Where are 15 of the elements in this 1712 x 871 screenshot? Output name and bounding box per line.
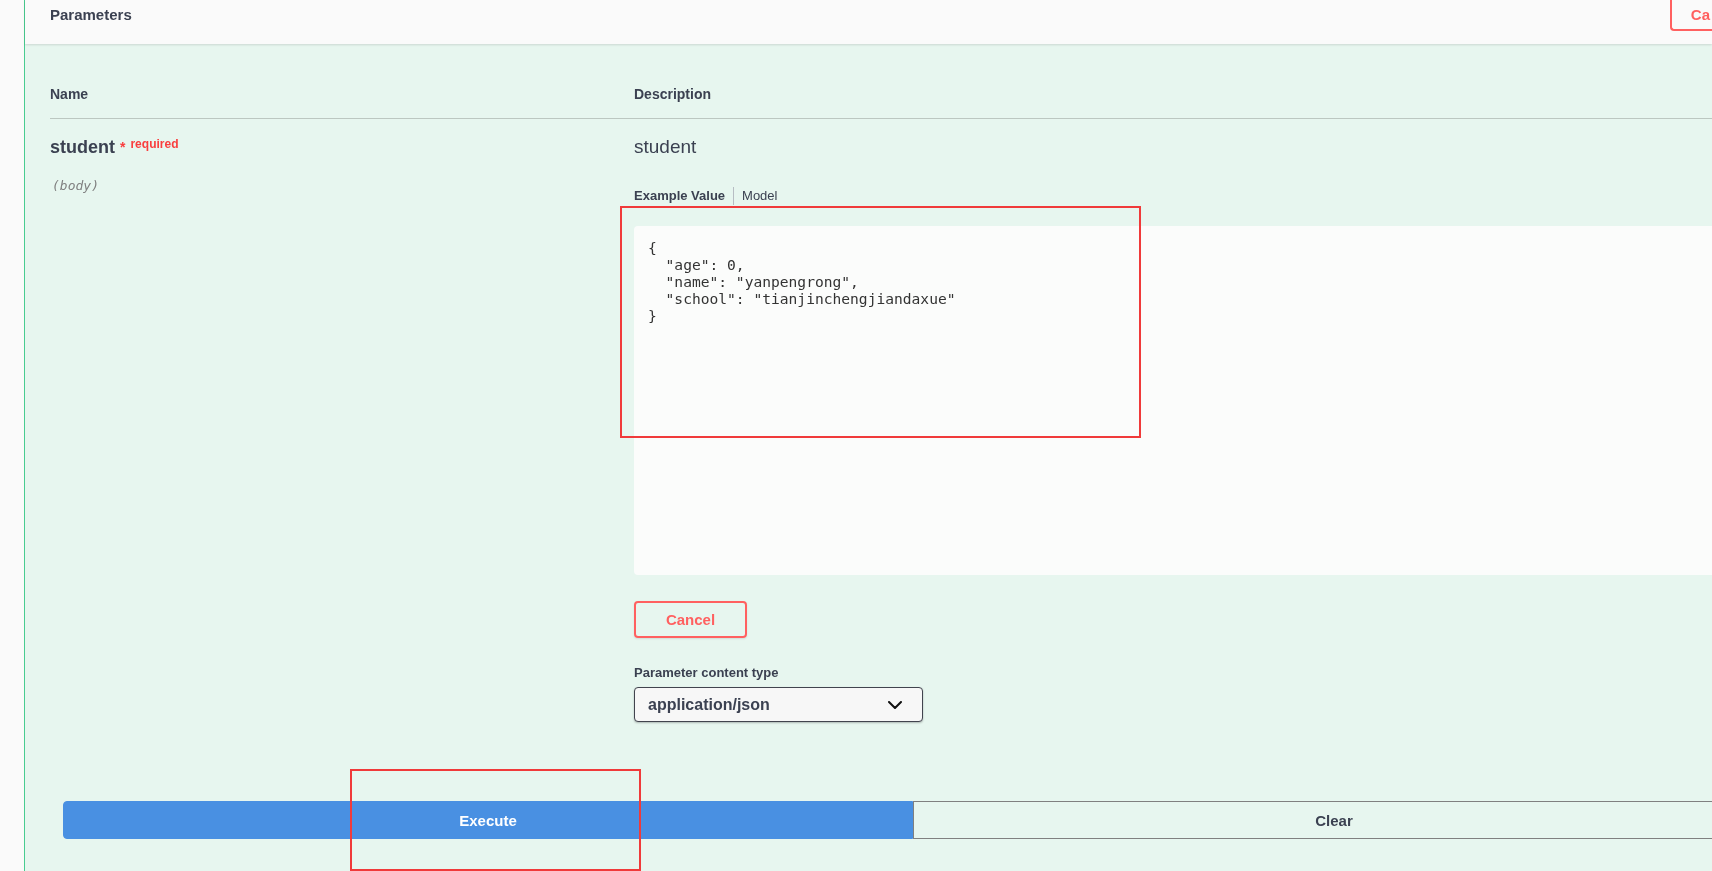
example-tab[interactable]: Example Value xyxy=(634,187,734,205)
parameter-location: (body) xyxy=(52,177,99,195)
content-type-label: Parameter content type xyxy=(634,665,779,681)
column-header: Description xyxy=(634,85,711,104)
column-header: Name xyxy=(50,85,89,104)
chevron-down-icon xyxy=(888,700,902,709)
parameter-name: student xyxy=(50,136,115,159)
example-tab[interactable]: Model xyxy=(733,187,786,205)
required-label: required xyxy=(130,137,179,151)
parameter-description: student xyxy=(634,135,697,159)
content-type-select[interactable]: application/json xyxy=(634,687,923,722)
clear-button[interactable]: Clear xyxy=(913,801,1712,839)
section-title: Parameters xyxy=(50,6,132,24)
required-asterisk: * xyxy=(120,138,126,157)
example-code-block: { "age": 0, "name": "yanpengrong", "school": "tianjinchengjiandaxue" } xyxy=(634,226,1712,575)
